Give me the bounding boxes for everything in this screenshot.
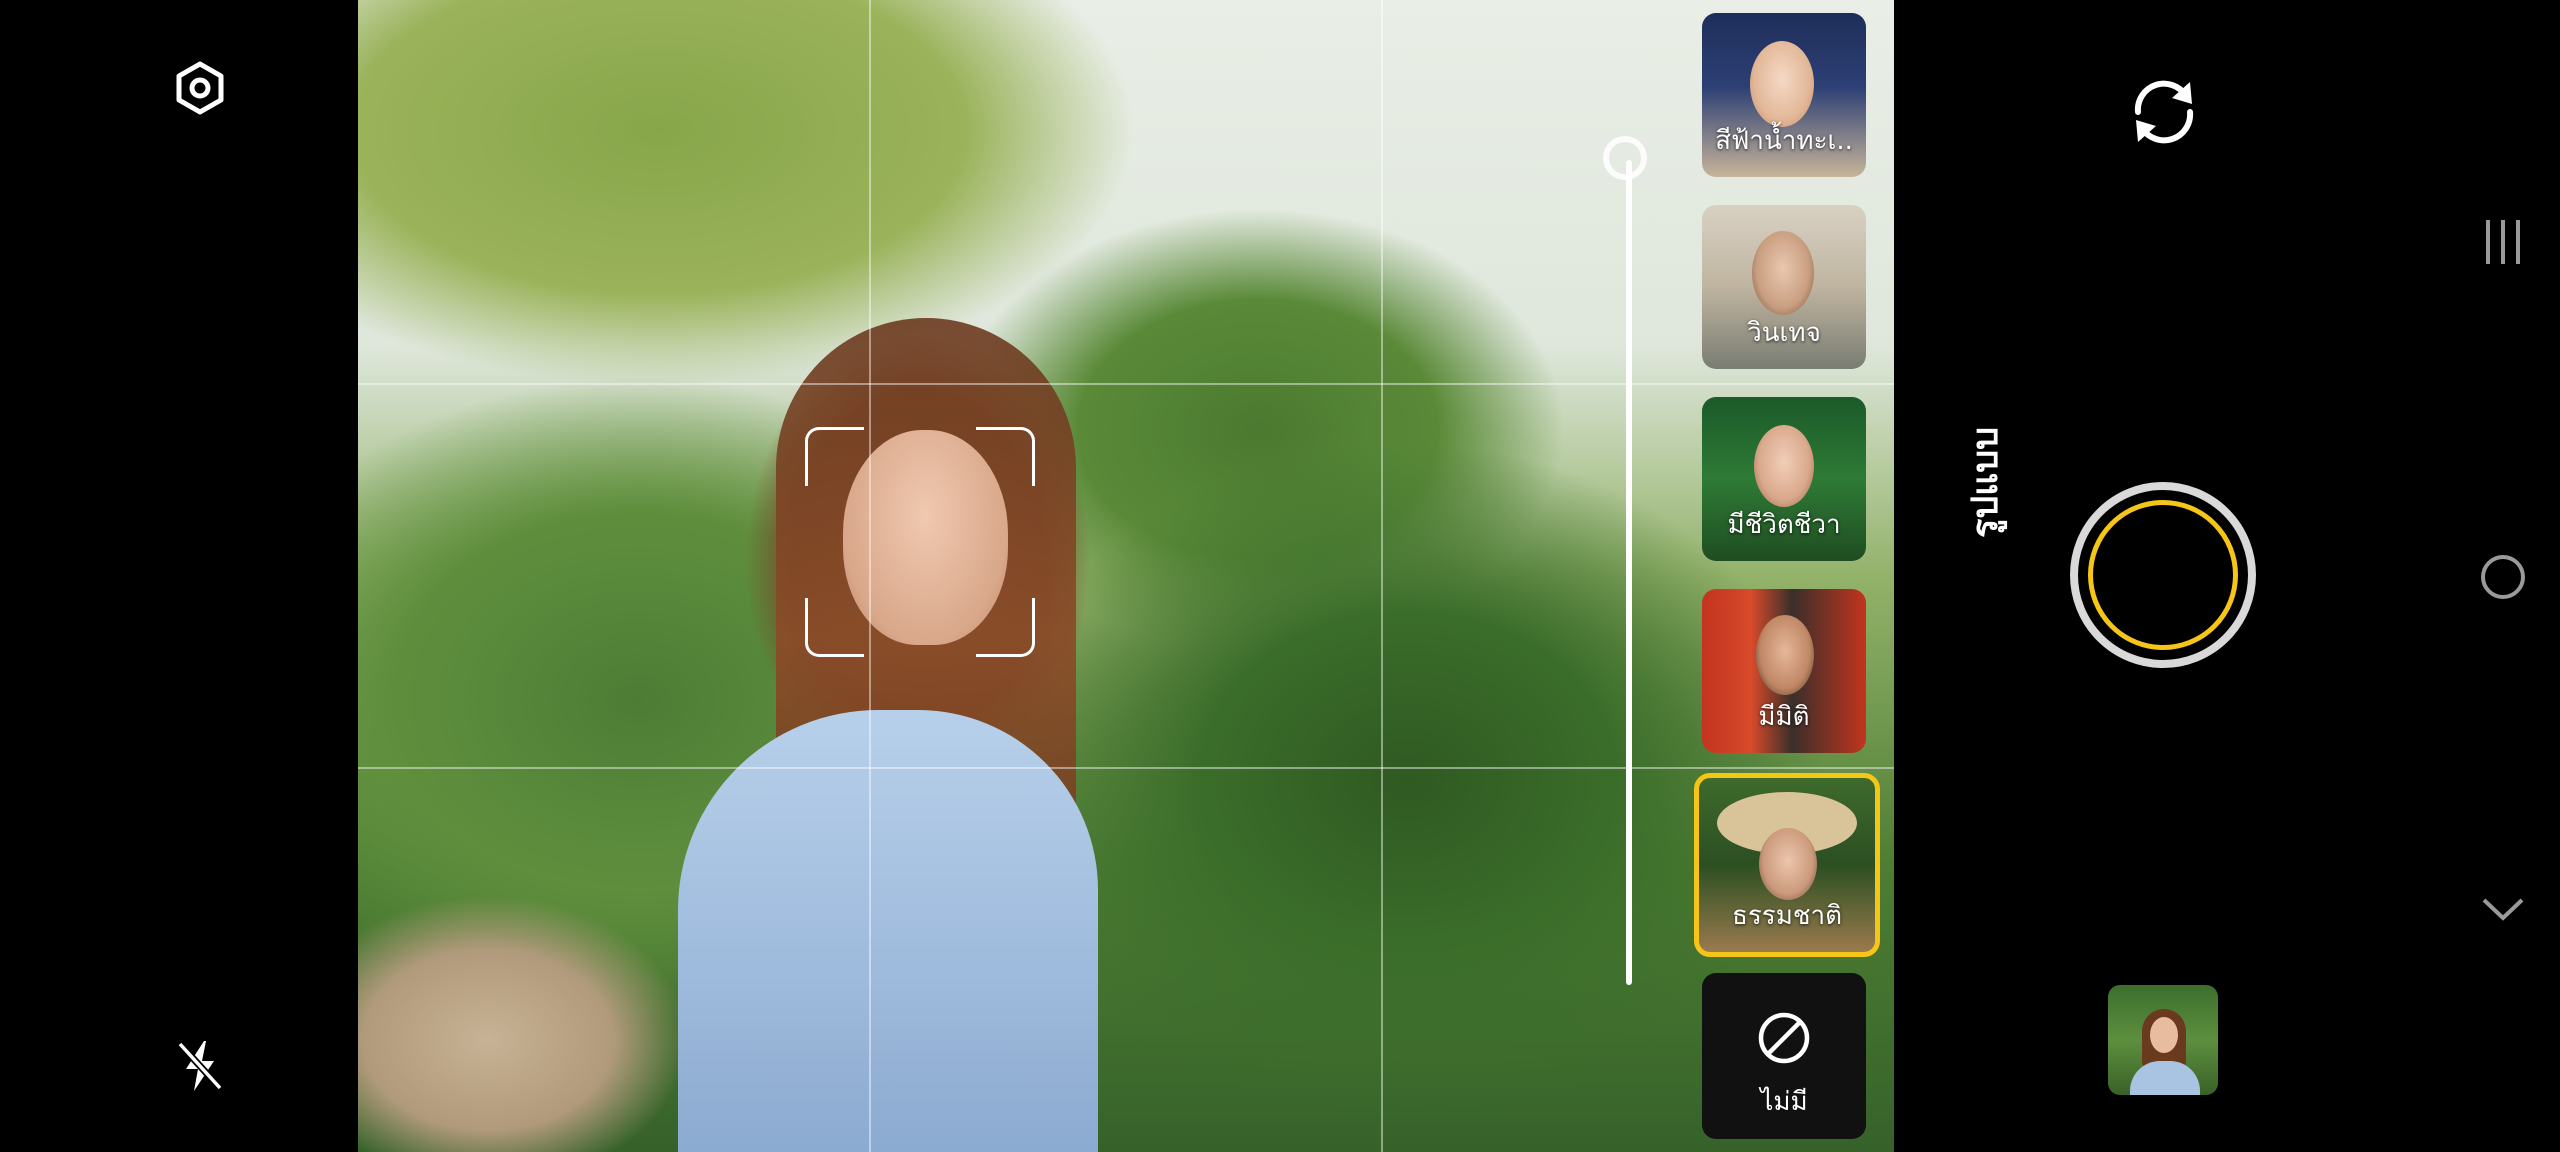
filter-preview-portrait bbox=[1750, 41, 1814, 127]
filter-label: วินเทจ bbox=[1747, 318, 1821, 348]
grid-line-h2 bbox=[358, 767, 1894, 769]
flash-off-icon[interactable] bbox=[174, 1038, 226, 1094]
grid-line-v2 bbox=[1381, 0, 1383, 1152]
filter-item-ocean-blue[interactable]: สีฟ้าน้ำทะเ.. bbox=[1702, 13, 1866, 177]
filter-item-vintage[interactable]: วินเทจ bbox=[1702, 205, 1866, 369]
filter-label: มีชีวิตชีวา bbox=[1727, 510, 1841, 540]
focus-corner-tl bbox=[805, 427, 864, 486]
settings-icon[interactable] bbox=[172, 60, 228, 116]
shutter-button[interactable] bbox=[2070, 482, 2256, 668]
rotate-camera-icon bbox=[2134, 80, 2194, 144]
home-icon[interactable] bbox=[2478, 552, 2528, 602]
filter-item-vivid[interactable]: มีชีวิตชีวา bbox=[1702, 397, 1866, 561]
filter-label: สีฟ้าน้ำทะเ.. bbox=[1715, 126, 1853, 156]
switch-camera-button[interactable] bbox=[2124, 72, 2204, 152]
filter-preview-portrait bbox=[1754, 425, 1814, 507]
none-label: ไม่มี bbox=[1760, 1087, 1808, 1117]
filter-intensity-track[interactable] bbox=[1626, 160, 1632, 985]
shutter-inner-ring bbox=[2088, 500, 2238, 650]
grid-line-h1 bbox=[358, 383, 1894, 385]
focus-corner-bl bbox=[805, 598, 864, 657]
gallery-thumb-shirt bbox=[2130, 1061, 2200, 1095]
mode-label[interactable]: รูปแบบ bbox=[1956, 427, 2013, 538]
camera-viewfinder[interactable] bbox=[358, 0, 1894, 1152]
filter-label: ธรรมชาติ bbox=[1731, 901, 1843, 931]
prohibit-icon bbox=[1757, 1011, 1811, 1065]
filter-preview-portrait bbox=[1752, 231, 1814, 315]
recents-icon[interactable] bbox=[2480, 216, 2526, 268]
focus-frame bbox=[805, 427, 1035, 657]
filter-intensity-handle[interactable] bbox=[1603, 136, 1647, 180]
left-control-bar bbox=[0, 0, 358, 1152]
filter-item-natural[interactable]: ธรรมชาติ bbox=[1694, 773, 1880, 957]
focus-corner-tr bbox=[976, 427, 1035, 486]
focus-corner-br bbox=[976, 598, 1035, 657]
filter-preview-portrait bbox=[1756, 615, 1814, 695]
filter-label: มีมิติ bbox=[1758, 702, 1810, 732]
filter-item-dimensional[interactable]: มีมิติ bbox=[1702, 589, 1866, 753]
filter-item-none[interactable]: ไม่มี bbox=[1702, 973, 1866, 1139]
gallery-thumbnail[interactable] bbox=[2108, 985, 2218, 1095]
chevron-down-icon[interactable] bbox=[2480, 890, 2526, 930]
filter-panel: สีฟ้าน้ำทะเ.. วินเทจ มีชีวิตชีวา มีมิติ … bbox=[1694, 0, 1894, 1152]
filter-preview-portrait bbox=[1759, 828, 1817, 900]
subject-shirt bbox=[678, 710, 1098, 1152]
gallery-thumb-face bbox=[2150, 1017, 2178, 1053]
